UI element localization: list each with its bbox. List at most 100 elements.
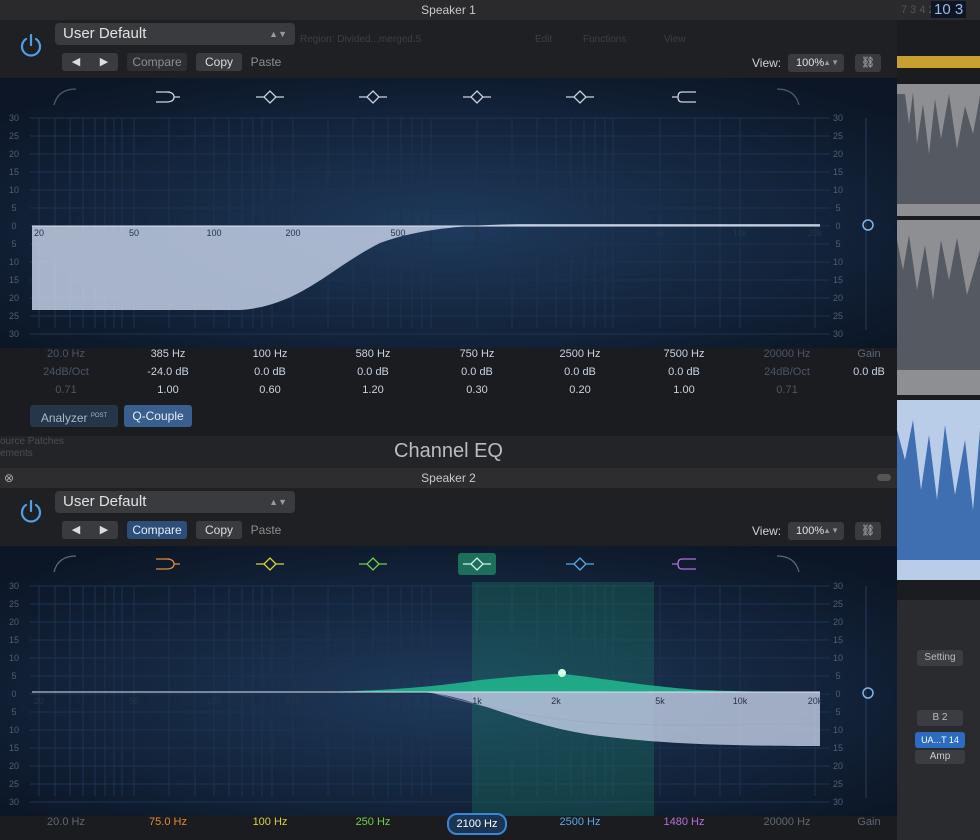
band-freq[interactable]: 20.0 Hz: [16, 813, 116, 831]
band-freq[interactable]: 75.0 Hz: [118, 813, 218, 831]
band-freq[interactable]: 750 Hz: [427, 345, 527, 363]
db-scale-right: 25: [833, 599, 843, 609]
band-node-handle[interactable]: [558, 669, 566, 677]
db-scale-right: 25: [833, 779, 843, 789]
q-couple-button[interactable]: Q-Couple: [124, 405, 192, 427]
band-readout[interactable]: 7500 Hz 0.0 dB 1.00: [634, 345, 734, 399]
band-readouts-2: 20.0 Hz 75.0 Hz 100 Hz 250 Hz 2100 Hz 2500 Hz…: [0, 813, 897, 840]
compare-button[interactable]: Compare: [127, 53, 187, 71]
band-readout[interactable]: 580 Hz 0.0 dB 1.20: [323, 345, 423, 399]
band-readout[interactable]: 20000 Hz: [737, 813, 837, 831]
zoom-value: 100%: [796, 525, 825, 537]
zoom-select[interactable]: 100% ▲▼: [788, 54, 844, 72]
next-preset-icon[interactable]: ▶: [90, 521, 118, 539]
band-q[interactable]: 1.00: [118, 381, 218, 399]
mixer-bus-button[interactable]: B 2: [917, 710, 963, 726]
minimize-icon[interactable]: [877, 474, 891, 481]
next-preset-icon[interactable]: ▶: [90, 53, 118, 71]
copy-button[interactable]: Copy: [196, 53, 242, 71]
paste-button[interactable]: Paste: [245, 521, 287, 539]
band-gain[interactable]: 0.0 dB: [220, 363, 320, 381]
band-q[interactable]: 0.60: [220, 381, 320, 399]
band-readout[interactable]: 2500 Hz: [530, 813, 630, 831]
band-freq[interactable]: 100 Hz: [220, 813, 320, 831]
band-readout[interactable]: 385 Hz -24.0 dB 1.00: [118, 345, 218, 399]
preset-menu[interactable]: User Default ▲▼: [55, 23, 295, 45]
band-freq[interactable]: 20.0 Hz: [16, 345, 116, 363]
band-q[interactable]: 1.00: [634, 381, 734, 399]
copy-button[interactable]: Copy: [196, 521, 242, 539]
power-icon[interactable]: [17, 498, 45, 526]
cycle-bar[interactable]: [897, 56, 980, 68]
mixer-amp-slot[interactable]: Amp: [915, 750, 965, 764]
freq-tick-label: 100: [206, 228, 221, 238]
band-readout[interactable]: 2100 Hz: [427, 813, 527, 835]
band-q[interactable]: 0.20: [530, 381, 630, 399]
band-q[interactable]: 0.71: [16, 381, 116, 399]
band-freq[interactable]: 20000 Hz: [737, 345, 837, 363]
compare-button[interactable]: Compare: [127, 521, 187, 539]
track-region-selected[interactable]: [897, 400, 980, 580]
band-peak-icon[interactable]: [458, 553, 496, 575]
band-readout[interactable]: 20.0 Hz 24dB/Oct 0.71: [16, 345, 116, 399]
prev-preset-icon[interactable]: ◀: [62, 53, 90, 71]
band-freq[interactable]: 1480 Hz: [634, 813, 734, 831]
band-freq[interactable]: 250 Hz: [323, 813, 423, 831]
band-gain[interactable]: 0.0 dB: [427, 363, 527, 381]
mixer-insert-slot[interactable]: UA...T 14: [915, 732, 965, 748]
mixer-strip: Setting B 2 UA...T 14 Amp: [897, 600, 980, 840]
band-freq[interactable]: 100 Hz: [220, 345, 320, 363]
eq-graph-1[interactable]: 30 30 25 25 20 20 15 15 10 10 5 5 0 0 5 5 10 10 15 15 20 20 25…: [0, 78, 897, 348]
db-scale-left: 5: [11, 671, 16, 681]
band-freq[interactable]: 7500 Hz: [634, 345, 734, 363]
db-scale-right: 0: [835, 689, 840, 699]
band-gain[interactable]: -24.0 dB: [118, 363, 218, 381]
prev-preset-icon[interactable]: ◀: [62, 521, 90, 539]
band-gain[interactable]: 0.0 dB: [323, 363, 423, 381]
db-scale-left: 20: [9, 761, 19, 771]
db-scale-left: 30: [9, 797, 19, 807]
band-readout[interactable]: 100 Hz 0.0 dB 0.60: [220, 345, 320, 399]
link-icon[interactable]: ⛓: [855, 54, 881, 72]
band-q[interactable]: 0.71: [737, 381, 837, 399]
band-q[interactable]: 1.20: [323, 381, 423, 399]
band-readout[interactable]: 20000 Hz 24dB/Oct 0.71: [737, 345, 837, 399]
band-gain[interactable]: 24dB/Oct: [737, 363, 837, 381]
link-icon[interactable]: ⛓: [855, 522, 881, 540]
close-icon[interactable]: ⊗: [4, 468, 14, 488]
band-readout[interactable]: 1480 Hz: [634, 813, 734, 831]
band-freq[interactable]: 385 Hz: [118, 345, 218, 363]
eq-graph-2[interactable]: 30 30 25 25 20 20 15 15 10 10 5 5 0 0 5 5 10 10 15 15 20 20 25…: [0, 546, 897, 816]
band-readout[interactable]: 250 Hz: [323, 813, 423, 831]
band-gain[interactable]: 0.0 dB: [530, 363, 630, 381]
preset-menu[interactable]: User Default ▲▼: [55, 491, 295, 513]
freq-tick-label: 200: [285, 228, 300, 238]
waveform-3: [897, 420, 980, 560]
band-gain[interactable]: 0.0 dB: [634, 363, 734, 381]
band-freq[interactable]: 20000 Hz: [737, 813, 837, 831]
band-q[interactable]: 0.30: [427, 381, 527, 399]
band-readout[interactable]: 100 Hz: [220, 813, 320, 831]
band-readout[interactable]: 75.0 Hz: [118, 813, 218, 831]
gain-readout-1[interactable]: Gain 0.0 dB: [849, 345, 889, 381]
track-region-1[interactable]: [897, 84, 980, 216]
band-freq[interactable]: 2500 Hz: [530, 813, 630, 831]
db-scale-left: 25: [9, 311, 19, 321]
power-icon[interactable]: [17, 32, 45, 60]
band-freq[interactable]: 580 Hz: [323, 345, 423, 363]
freq-tick-label: 20k: [808, 696, 823, 706]
track-region-2[interactable]: [897, 220, 980, 395]
mixer-setting-button[interactable]: Setting: [917, 650, 963, 666]
band-freq[interactable]: 2500 Hz: [530, 345, 630, 363]
band-readout[interactable]: 2500 Hz 0.0 dB 0.20: [530, 345, 630, 399]
db-scale-right: 10: [833, 653, 843, 663]
band-readout[interactable]: 750 Hz 0.0 dB 0.30: [427, 345, 527, 399]
db-scale-left: 15: [9, 743, 19, 753]
paste-button[interactable]: Paste: [245, 53, 287, 71]
analyzer-button[interactable]: Analyzer POST: [30, 405, 118, 427]
band-freq[interactable]: 2100 Hz: [446, 813, 508, 835]
db-scale-left: 5: [11, 203, 16, 213]
band-readout[interactable]: 20.0 Hz: [16, 813, 116, 831]
band-gain[interactable]: 24dB/Oct: [16, 363, 116, 381]
zoom-select[interactable]: 100% ▲▼: [788, 522, 844, 540]
